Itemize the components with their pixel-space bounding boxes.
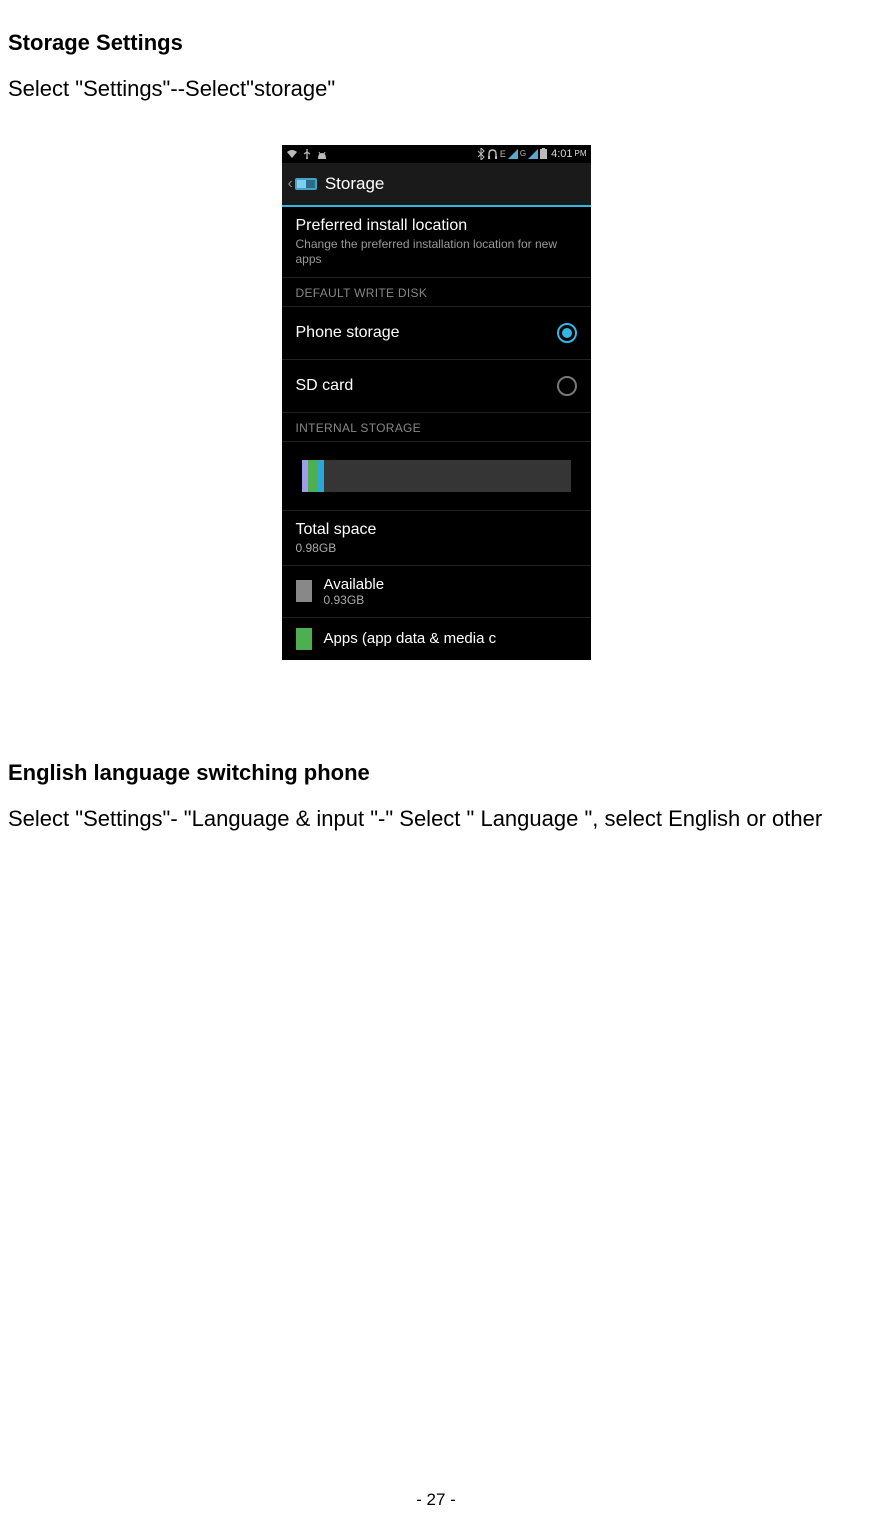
total-space-row[interactable]: Total space 0.98GB [282,511,591,566]
signal-bars-icon [508,149,518,159]
signal-bars-2-icon [528,149,538,159]
apps-label: Apps (app data & media c [324,630,497,647]
headphones-icon [487,149,498,159]
status-bar: E G 4:01 PM [282,145,591,163]
radio-phone-storage-label: Phone storage [296,324,400,342]
radio-phone-storage[interactable]: Phone storage [282,307,591,360]
section2-body: Select "Settings"- "Language & input "-"… [8,804,864,835]
storage-usage-bar [302,460,571,492]
section-default-write: DEFAULT WRITE DISK [282,278,591,307]
total-space-value: 0.98GB [296,541,577,555]
usage-seg-blue [318,460,324,492]
radio-selected-icon[interactable] [557,323,577,343]
network-type-label: E [500,149,506,159]
storage-icon [295,175,317,193]
page-number: - 27 - [0,1490,872,1510]
usage-seg-green [308,460,318,492]
preferred-install-title: Preferred install location [296,217,577,235]
usb-icon [302,149,312,159]
section1-body: Select "Settings"--Select"storage" [8,74,864,105]
phone-screenshot: E G 4:01 PM ‹ Storage [282,145,591,660]
titlebar-text: Storage [325,174,385,194]
available-label: Available [324,576,385,593]
preferred-install-subtitle: Change the preferred installation locati… [296,237,577,267]
available-row[interactable]: Available 0.93GB [282,566,591,618]
preferred-install-item[interactable]: Preferred install location Change the pr… [282,207,591,278]
back-caret-icon[interactable]: ‹ [288,175,293,193]
section-internal-storage: INTERNAL STORAGE [282,413,591,442]
section2-heading: English language switching phone [8,760,864,786]
apps-row[interactable]: Apps (app data & media c [282,618,591,660]
status-meridiem: PM [575,149,587,158]
wifi-icon [286,149,298,159]
android-icon [316,149,328,159]
radio-sd-card-label: SD card [296,377,354,395]
titlebar[interactable]: ‹ Storage [282,163,591,207]
status-time: 4:01 [551,148,572,160]
radio-sd-card[interactable]: SD card [282,360,591,413]
storage-usage-bar-wrap [282,442,591,511]
section1-heading: Storage Settings [8,30,864,56]
total-space-label: Total space [296,521,577,539]
available-swatch-icon [296,580,312,602]
signal-sup-label: G [520,149,526,158]
phone-screenshot-wrap: E G 4:01 PM ‹ Storage [8,145,864,660]
battery-icon [540,148,547,159]
available-value: 0.93GB [324,593,385,607]
bluetooth-icon [477,148,485,160]
apps-swatch-icon [296,628,312,650]
radio-unselected-icon[interactable] [557,376,577,396]
